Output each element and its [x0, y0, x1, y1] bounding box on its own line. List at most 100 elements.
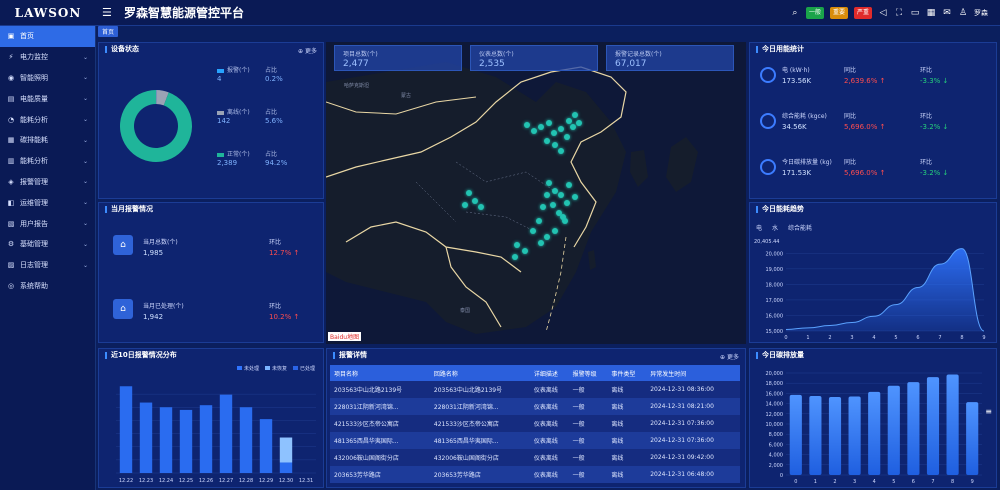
project-dot[interactable]: [512, 254, 518, 260]
project-dot[interactable]: [576, 120, 582, 126]
project-dot[interactable]: [544, 138, 550, 144]
log-icon: ▨: [7, 261, 15, 270]
ratio-label: 环比: [269, 239, 282, 246]
badge-normal[interactable]: 一般: [805, 7, 824, 19]
project-dot[interactable]: [538, 124, 544, 130]
carbon-bar: [887, 385, 900, 475]
alarm-bar: [259, 419, 273, 473]
trend-tab[interactable]: 水: [772, 223, 778, 232]
stat-label: 仪表总数(个): [479, 51, 514, 58]
table-row[interactable]: 432006鞍山国阁街分店 432006鞍山国阁街分店 仪表离线 一般 离线 2024-1…: [330, 449, 740, 466]
mom-value: 5,696.0% ↑: [844, 169, 886, 177]
project-dot[interactable]: [538, 240, 544, 246]
project-dot[interactable]: [530, 228, 536, 234]
fullscreen-icon[interactable]: ⛶: [894, 8, 904, 18]
project-dot[interactable]: [478, 204, 484, 210]
project-dot[interactable]: [564, 134, 570, 140]
project-dot[interactable]: [572, 194, 578, 200]
project-dot[interactable]: [566, 182, 572, 188]
alarm-bar: [199, 405, 213, 473]
top-bar: LAWSON ☰ 罗森智慧能源管控平台 ⌕ 一般 重要 严重 ◁ ⛶ ▭ ▦ ✉…: [0, 0, 1000, 26]
project-dot[interactable]: [558, 148, 564, 154]
project-dot[interactable]: [570, 124, 576, 130]
project-dot[interactable]: [514, 242, 520, 248]
sidebar-item[interactable]: ◧ 运维管理 ⌄: [0, 192, 95, 213]
project-dot[interactable]: [552, 188, 558, 194]
alarm-bar: [179, 409, 193, 473]
project-dot[interactable]: [540, 204, 546, 210]
grid-icon[interactable]: ▦: [926, 8, 936, 18]
china-map[interactable]: 哈萨克斯坦 蒙古 泰国 Baidu地图 项目总数(个) 2,477 仪表总数(个…: [326, 42, 746, 344]
more-link[interactable]: ⊕ 更多: [720, 352, 739, 361]
status-ratio: 94.2%: [265, 159, 288, 167]
screen-icon[interactable]: ▭: [910, 8, 920, 18]
x-tick-label: 4: [872, 335, 875, 341]
project-dot[interactable]: [558, 126, 564, 132]
breadcrumb-item-home[interactable]: 首页: [98, 26, 119, 37]
sidebar-item[interactable]: ▨ 日志管理 ⌄: [0, 255, 95, 276]
project-dot[interactable]: [550, 202, 556, 208]
project-dot[interactable]: [551, 130, 557, 136]
project-dot[interactable]: [472, 198, 478, 204]
project-dot[interactable]: [546, 180, 552, 186]
project-dot[interactable]: [536, 218, 542, 224]
x-tick-label: 12.23: [139, 478, 153, 484]
x-tick-label: 3: [853, 479, 856, 485]
stat-value: 67,017: [615, 59, 647, 69]
trend-tab[interactable]: 综合能耗: [788, 223, 812, 232]
project-dot[interactable]: [522, 248, 528, 254]
sidebar-item[interactable]: ▤ 电能质量 ⌄: [0, 88, 95, 109]
sidebar-item[interactable]: ◈ 报警管理 ⌄: [0, 172, 95, 193]
project-dot[interactable]: [524, 122, 530, 128]
table-row[interactable]: 421533沙区杰帝公寓店 421533沙区杰帝公寓店 仪表离线 一般 离线 2024-1…: [330, 415, 740, 432]
legend-item[interactable]: 未处理: [236, 365, 259, 372]
menu-toggle-icon[interactable]: ☰: [102, 6, 118, 19]
project-dot[interactable]: [552, 228, 558, 234]
more-link[interactable]: ⊕ 更多: [298, 46, 317, 55]
alarm-summary-icon: ⌂: [113, 299, 133, 319]
project-dot[interactable]: [546, 120, 552, 126]
table-cell: 仪表离线: [529, 381, 569, 398]
project-dot[interactable]: [462, 202, 468, 208]
table-row[interactable]: 481365西昌华夷国际... 481365西昌华夷国际... 仪表离线 一般 离线 20…: [330, 432, 740, 449]
badge-severe[interactable]: 严重: [853, 7, 872, 19]
project-dot[interactable]: [466, 190, 472, 196]
project-dot[interactable]: [558, 192, 564, 198]
table-row[interactable]: 203653芳华路店 203653芳华路店 仪表离线 一般 离线 2024-12-31 0…: [330, 466, 740, 483]
sidebar-item[interactable]: ⚡ 电力监控 ⌄: [0, 47, 95, 68]
sidebar-item[interactable]: ◎ 系统帮助: [0, 276, 95, 297]
sidebar-item-label: 电力监控: [20, 53, 48, 62]
search-icon[interactable]: ⌕: [790, 8, 800, 18]
legend-item[interactable]: 已处理: [292, 365, 315, 372]
message-icon[interactable]: ✉: [942, 8, 952, 18]
alarm-summary-label: 当月总数(个): [143, 239, 178, 246]
sidebar-item[interactable]: ▦ 碳排能耗 ⌄: [0, 130, 95, 151]
sidebar-item[interactable]: ▧ 用户报告 ⌄: [0, 213, 95, 234]
project-dot[interactable]: [572, 112, 578, 118]
trend-tab[interactable]: 电: [756, 223, 762, 232]
project-dot[interactable]: [566, 118, 572, 124]
user-name[interactable]: 罗森: [974, 8, 988, 18]
project-dot[interactable]: [531, 128, 537, 134]
table-row[interactable]: 228031江阴新河湾锦... 228031江阴新河湾锦... 仪表离线 一般 离线 20…: [330, 398, 740, 415]
volume-icon[interactable]: ◁: [878, 8, 888, 18]
project-dot[interactable]: [560, 214, 566, 220]
sidebar-item[interactable]: ⚙ 基础管理 ⌄: [0, 234, 95, 255]
project-dot[interactable]: [564, 200, 570, 206]
sidebar-item[interactable]: ◔ 能耗分析 ⌄: [0, 109, 95, 130]
map-stat-card: 报警记录总数(个) 67,017: [606, 45, 734, 71]
chart-menu-icon[interactable]: ≡: [985, 407, 992, 416]
sidebar-item[interactable]: ▥ 能耗分析 ⌄: [0, 151, 95, 172]
shirt-icon[interactable]: ♙: [958, 8, 968, 18]
badge-important[interactable]: 重要: [829, 7, 848, 19]
table-row[interactable]: 203563中山北路2139号 203563中山北路2139号 仪表离线 一般 离线 20…: [330, 381, 740, 398]
project-dot[interactable]: [552, 142, 558, 148]
project-dot[interactable]: [544, 192, 550, 198]
table-cell: 2024-12-31 06:48:00: [646, 466, 740, 483]
legend-item[interactable]: 未恢复: [264, 365, 287, 372]
sidebar-item[interactable]: ◉ 智能照明 ⌄: [0, 68, 95, 89]
table-cell: 离线: [607, 415, 647, 432]
project-dot[interactable]: [544, 234, 550, 240]
energy-value: 173.56K: [782, 77, 812, 85]
sidebar-item[interactable]: ▣ 首页: [0, 26, 95, 47]
